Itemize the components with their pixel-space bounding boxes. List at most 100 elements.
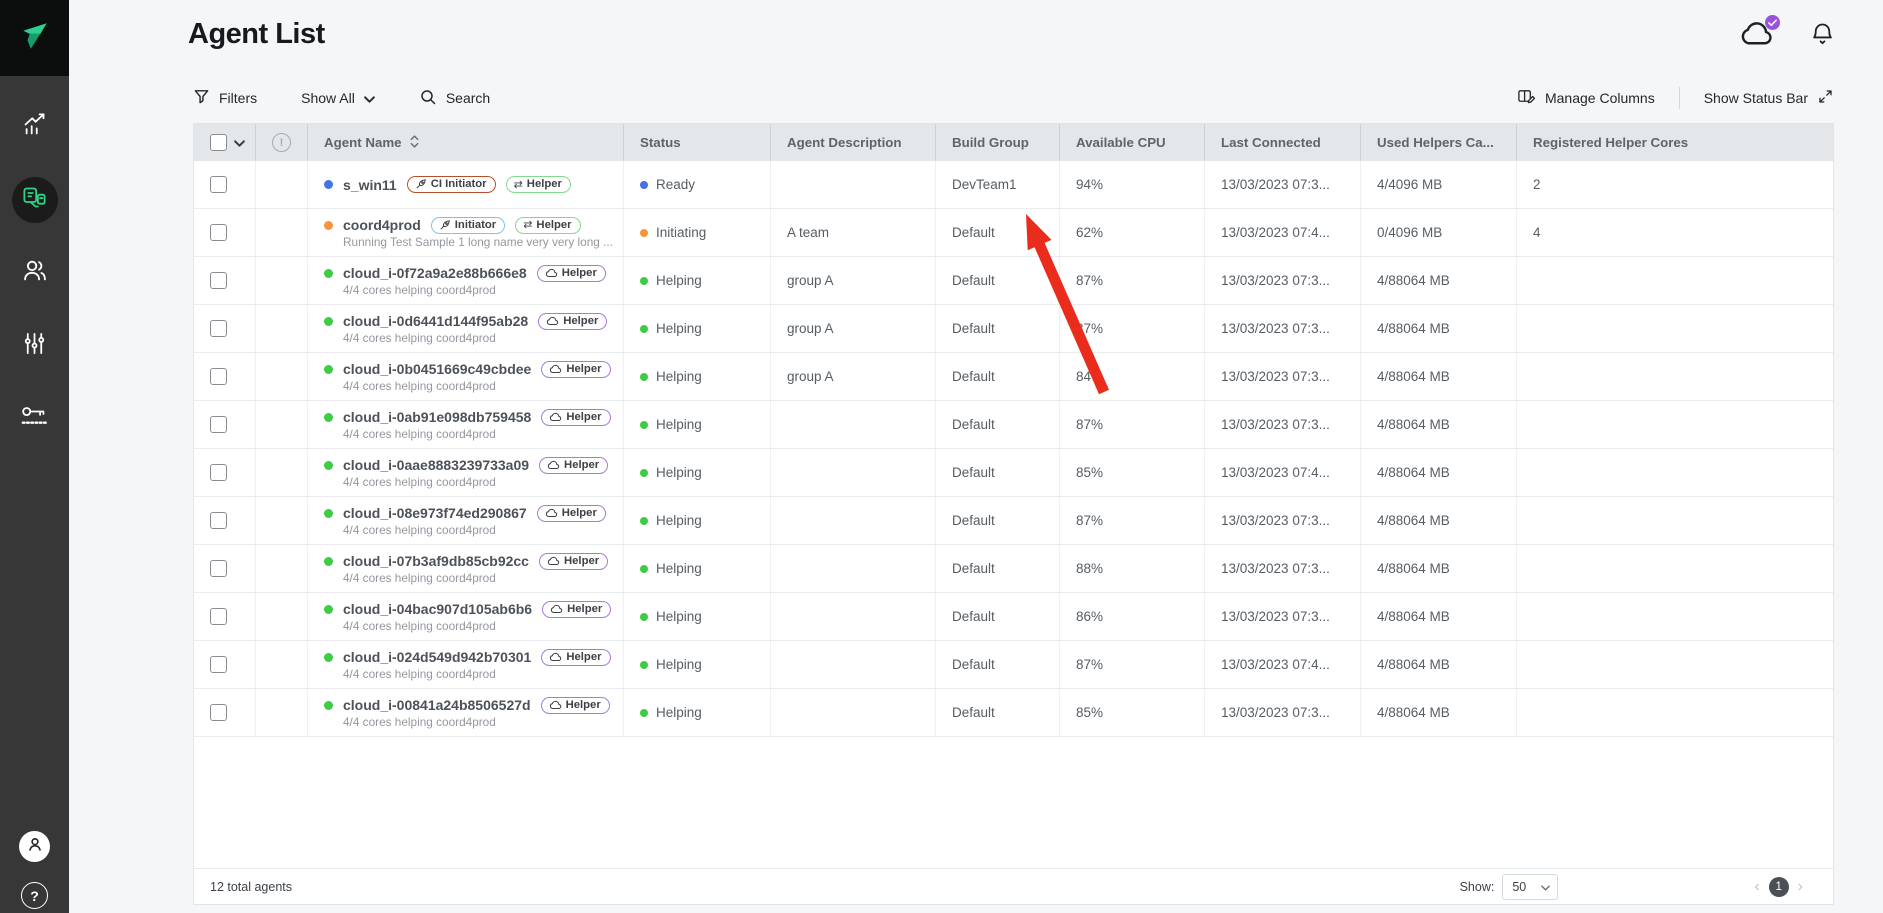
table-row[interactable]: cloud_i-0aae8883239733a09Helper4/4 cores… (194, 449, 1833, 497)
agent-name[interactable]: cloud_i-024d549d942b70301 (343, 649, 531, 665)
used-helpers-cell: 4/4096 MB (1361, 161, 1517, 208)
table-row[interactable]: s_win11CI Initiator⇄HelperReadyDevTeam19… (194, 161, 1833, 209)
column-header-last-connected[interactable]: Last Connected (1205, 124, 1361, 161)
select-all-checkbox[interactable] (210, 134, 227, 151)
row-alert-cell (256, 353, 308, 400)
used-helpers-cell: 0/4096 MB (1361, 209, 1517, 256)
column-header-used-helpers[interactable]: Used Helpers Ca... (1361, 124, 1517, 161)
sidebar-item-license[interactable] (0, 382, 69, 455)
row-select-cell (194, 641, 256, 688)
row-checkbox[interactable] (210, 656, 227, 673)
sort-icon[interactable] (409, 134, 420, 152)
show-status-bar-label: Show Status Bar (1704, 90, 1808, 106)
table-row[interactable]: cloud_i-0b0451669c49cbdeeHelper4/4 cores… (194, 353, 1833, 401)
agent-name[interactable]: cloud_i-0d6441d144f95ab28 (343, 313, 528, 329)
agent-name[interactable]: cloud_i-0f72a9a2e88b666e8 (343, 265, 527, 281)
show-status-bar-button[interactable]: Show Status Bar (1704, 88, 1834, 108)
agents-icon (21, 184, 48, 216)
agent-subtitle: 4/4 cores helping coord4prod (343, 715, 496, 729)
show-all-dropdown[interactable]: Show All (301, 90, 375, 106)
table-row[interactable]: cloud_i-08e973f74ed290867Helper4/4 cores… (194, 497, 1833, 545)
agent-dot (324, 221, 333, 230)
filters-label: Filters (219, 90, 257, 106)
agent-dot (324, 317, 333, 326)
column-header-status[interactable]: Status (624, 124, 771, 161)
row-checkbox[interactable] (210, 368, 227, 385)
agent-subtitle: 4/4 cores helping coord4prod (343, 667, 496, 681)
table-row[interactable]: cloud_i-07b3af9db85cb92ccHelper4/4 cores… (194, 545, 1833, 593)
status-cell: Helping (624, 689, 771, 736)
agent-dot (324, 365, 333, 374)
used-helpers-cell: 4/88064 MB (1361, 401, 1517, 448)
column-header-build-group[interactable]: Build Group (936, 124, 1060, 161)
app-logo[interactable] (0, 0, 69, 76)
column-header-agent-name[interactable]: Agent Name (308, 124, 624, 161)
page-size-select[interactable]: 50 (1502, 874, 1558, 900)
pagination-prev[interactable]: ‹ (1754, 879, 1759, 895)
cloud-status-button[interactable] (1739, 20, 1775, 52)
row-checkbox[interactable] (210, 608, 227, 625)
manage-columns-button[interactable]: Manage Columns (1517, 87, 1655, 109)
description-cell (771, 689, 936, 736)
row-checkbox[interactable] (210, 512, 227, 529)
row-checkbox[interactable] (210, 416, 227, 433)
notifications-button[interactable] (1809, 20, 1836, 52)
pagination-next[interactable]: › (1798, 879, 1803, 895)
row-select-cell (194, 689, 256, 736)
search-button[interactable]: Search (419, 88, 490, 109)
agent-name[interactable]: cloud_i-0b0451669c49cbdee (343, 361, 531, 377)
row-checkbox[interactable] (210, 560, 227, 577)
agent-dot (324, 509, 333, 518)
chevron-down-icon[interactable] (234, 135, 245, 150)
agent-subtitle: 4/4 cores helping coord4prod (343, 379, 496, 393)
status-label: Helping (656, 417, 702, 432)
badge-swap: ⇄Helper (515, 217, 580, 234)
status-cell: Helping (624, 257, 771, 304)
table-row[interactable]: cloud_i-0ab91e098db759458Helper4/4 cores… (194, 401, 1833, 449)
filters-button[interactable]: Filters (193, 88, 257, 108)
last-connected-cell: 13/03/2023 07:3... (1205, 305, 1361, 352)
row-alert-cell (256, 497, 308, 544)
agent-name[interactable]: s_win11 (343, 177, 397, 193)
row-checkbox[interactable] (210, 464, 227, 481)
table-row[interactable]: cloud_i-0f72a9a2e88b666e8Helper4/4 cores… (194, 257, 1833, 305)
table-row[interactable]: cloud_i-00841a24b8506527dHelper4/4 cores… (194, 689, 1833, 737)
agent-name[interactable]: cloud_i-04bac907d105ab6b6 (343, 601, 532, 617)
status-cell: Helping (624, 497, 771, 544)
available-cpu-cell: 87% (1060, 257, 1205, 304)
agent-name[interactable]: coord4prod (343, 217, 421, 233)
status-dot (640, 709, 648, 717)
row-checkbox[interactable] (210, 320, 227, 337)
pagination-current-page[interactable]: 1 (1769, 877, 1789, 897)
registered-cores-cell (1517, 641, 1833, 688)
column-header-available-cpu[interactable]: Available CPU (1060, 124, 1205, 161)
sidebar-item-dashboard[interactable] (0, 90, 69, 163)
row-checkbox[interactable] (210, 704, 227, 721)
agent-name[interactable]: cloud_i-08e973f74ed290867 (343, 505, 527, 521)
agent-name[interactable]: cloud_i-0aae8883239733a09 (343, 457, 529, 473)
toolbar-left: Filters Show All Search (193, 88, 490, 109)
agent-name[interactable]: cloud_i-07b3af9db85cb92cc (343, 553, 529, 569)
column-header-registered-cores[interactable]: Registered Helper Cores (1517, 124, 1833, 161)
user-avatar[interactable] (19, 831, 50, 862)
sidebar-item-users[interactable] (0, 236, 69, 309)
table-row[interactable]: cloud_i-0d6441d144f95ab28Helper4/4 cores… (194, 305, 1833, 353)
agent-name[interactable]: cloud_i-0ab91e098db759458 (343, 409, 531, 425)
build-group-cell: Default (936, 209, 1060, 256)
table-row[interactable]: cloud_i-024d549d942b70301Helper4/4 cores… (194, 641, 1833, 689)
column-header-description[interactable]: Agent Description (771, 124, 936, 161)
status-dot (640, 469, 648, 477)
sidebar-item-settings[interactable] (0, 309, 69, 382)
agent-name-cell: s_win11CI Initiator⇄Helper (308, 161, 624, 208)
sidebar-bottom: ? (0, 831, 69, 913)
help-button[interactable]: ? (21, 882, 48, 909)
table-row[interactable]: coord4prodInitiator⇄HelperRunning Test S… (194, 209, 1833, 257)
status-label: Initiating (656, 225, 706, 240)
agent-name[interactable]: cloud_i-00841a24b8506527d (343, 697, 531, 713)
row-checkbox[interactable] (210, 176, 227, 193)
table-row[interactable]: cloud_i-04bac907d105ab6b6Helper4/4 cores… (194, 593, 1833, 641)
agent-name-cell: cloud_i-00841a24b8506527dHelper4/4 cores… (308, 689, 624, 736)
sidebar-item-agents[interactable] (0, 163, 69, 236)
row-checkbox[interactable] (210, 224, 227, 241)
row-checkbox[interactable] (210, 272, 227, 289)
